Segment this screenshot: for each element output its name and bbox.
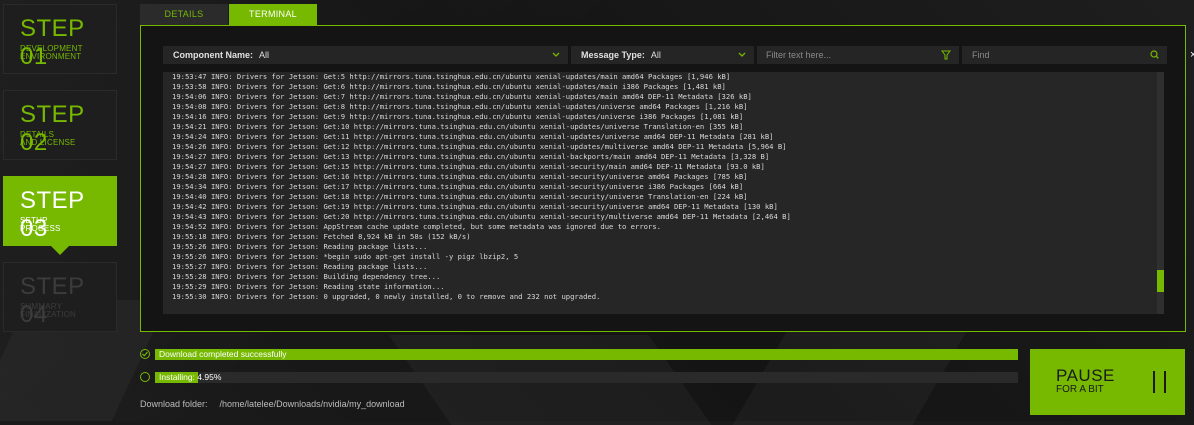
message-type-dropdown[interactable]: Message Type: All [571,46,754,64]
scrollbar-thumb[interactable] [1157,270,1164,292]
download-status-text: Download completed successfully [159,349,287,359]
log-line: 19:55:18 INFO: Drivers for Jetson: Fetch… [172,232,471,241]
find-placeholder: Find [972,50,990,60]
step-description: DETAILS AND LICENSE [20,131,76,147]
log-line: 19:55:28 INFO: Drivers for Jetson: Build… [172,272,441,281]
scrollbar[interactable] [1157,72,1164,314]
log-line: 19:53:47 INFO: Drivers for Jetson: Get:5… [172,72,731,81]
component-name-label: Component Name: [173,50,254,60]
step-01[interactable]: STEP 01 DEVELOPMENT ENVIRONMENT [3,4,117,74]
step-number: STEP 03 [20,187,85,242]
install-status-text: Installing: 4.95% [159,372,222,382]
log-line: 19:54:43 INFO: Drivers for Jetson: Get:2… [172,212,791,221]
log-line: 19:54:42 INFO: Drivers for Jetson: Get:1… [172,202,778,211]
download-folder-label: Download folder: [140,399,208,409]
terminal-log[interactable]: 19:53:47 INFO: Drivers for Jetson: Get:5… [163,72,1164,314]
pause-button-label: PAUSE [1056,366,1115,385]
log-line: 19:54:27 INFO: Drivers for Jetson: Get:1… [172,162,765,171]
log-line: 19:54:06 INFO: Drivers for Jetson: Get:7… [172,92,752,101]
tab-details[interactable]: DETAILS [140,4,228,25]
message-type-value: All [650,50,661,60]
spinner-icon [140,372,150,382]
component-name-dropdown[interactable]: Component Name: All [163,46,568,64]
pause-button[interactable]: PAUSE FOR A BIT [1030,349,1185,415]
step-number: STEP 04 [20,273,85,328]
download-folder: Download folder: /home/latelee/Downloads/… [140,399,405,409]
download-folder-path: /home/latelee/Downloads/nvidia/my_downlo… [219,399,405,409]
filter-text-input[interactable]: Filter text here... [757,46,959,64]
log-line: 19:54:08 INFO: Drivers for Jetson: Get:8… [172,102,748,111]
step-number: STEP 02 [20,101,85,156]
find-input[interactable]: Find [962,46,1167,64]
log-line: 19:54:52 INFO: Drivers for Jetson: AppSt… [172,222,661,231]
close-icon[interactable]: × [1190,46,1194,64]
pause-button-sublabel: FOR A BIT [1056,384,1104,395]
download-progress-bar: Download completed successfully [155,349,1018,360]
log-line: 19:54:26 INFO: Drivers for Jetson: Get:1… [172,142,787,151]
log-line: 19:54:21 INFO: Drivers for Jetson: Get:1… [172,122,744,131]
step-description-line: ENVIRONMENT [20,52,82,61]
log-line: 19:54:28 INFO: Drivers for Jetson: Get:1… [172,172,748,181]
step-number: STEP 01 [20,15,85,70]
step-description-line: FINALIZATION [20,310,77,319]
log-line: 19:54:24 INFO: Drivers for Jetson: Get:1… [172,132,774,141]
step-description-line: AND LICENSE [20,138,76,147]
search-icon[interactable] [1150,46,1159,70]
step-description: SETUP PROCESS [20,217,61,233]
filter-text-placeholder: Filter text here... [766,50,832,60]
log-line: 19:54:40 INFO: Drivers for Jetson: Get:1… [172,192,748,201]
funnel-icon[interactable] [941,46,951,70]
install-progress-bar: Installing: 4.95% [155,372,1018,383]
log-line: 19:54:34 INFO: Drivers for Jetson: Get:1… [172,182,744,191]
step-03[interactable]: STEP 03 SETUP PROCESS [3,176,117,255]
log-line: 19:54:16 INFO: Drivers for Jetson: Get:9… [172,112,744,121]
step-02[interactable]: STEP 02 DETAILS AND LICENSE [3,90,117,160]
pause-icon [1153,371,1167,393]
log-line: 19:54:27 INFO: Drivers for Jetson: Get:1… [172,152,770,161]
log-line: 19:55:30 INFO: Drivers for Jetson: 0 upg… [172,292,601,301]
step-description-line: PROCESS [20,224,61,233]
chevron-down-icon [738,46,746,70]
step-description: DEVELOPMENT ENVIRONMENT [20,45,83,61]
check-icon [140,349,150,359]
terminal-panel: Component Name: All Message Type: All Filt… [140,25,1194,332]
tab-terminal[interactable]: TERMINAL [229,4,317,25]
log-line: 19:55:29 INFO: Drivers for Jetson: Readi… [172,282,445,291]
chevron-down-icon [552,46,560,70]
log-line: 19:55:26 INFO: Drivers for Jetson: Readi… [172,242,428,251]
log-line: 19:55:26 INFO: Drivers for Jetson: *begi… [172,252,519,261]
log-lines: 19:53:47 INFO: Drivers for Jetson: Get:5… [172,72,1150,302]
step-description: SUMMARY FINALIZATION [20,303,76,319]
step-04[interactable]: STEP 04 SUMMARY FINALIZATION [3,262,117,332]
component-name-value: All [259,50,270,60]
log-line: 19:55:27 INFO: Drivers for Jetson: Readi… [172,262,428,271]
message-type-label: Message Type: [581,50,645,60]
log-line: 19:53:58 INFO: Drivers for Jetson: Get:6… [172,82,726,91]
